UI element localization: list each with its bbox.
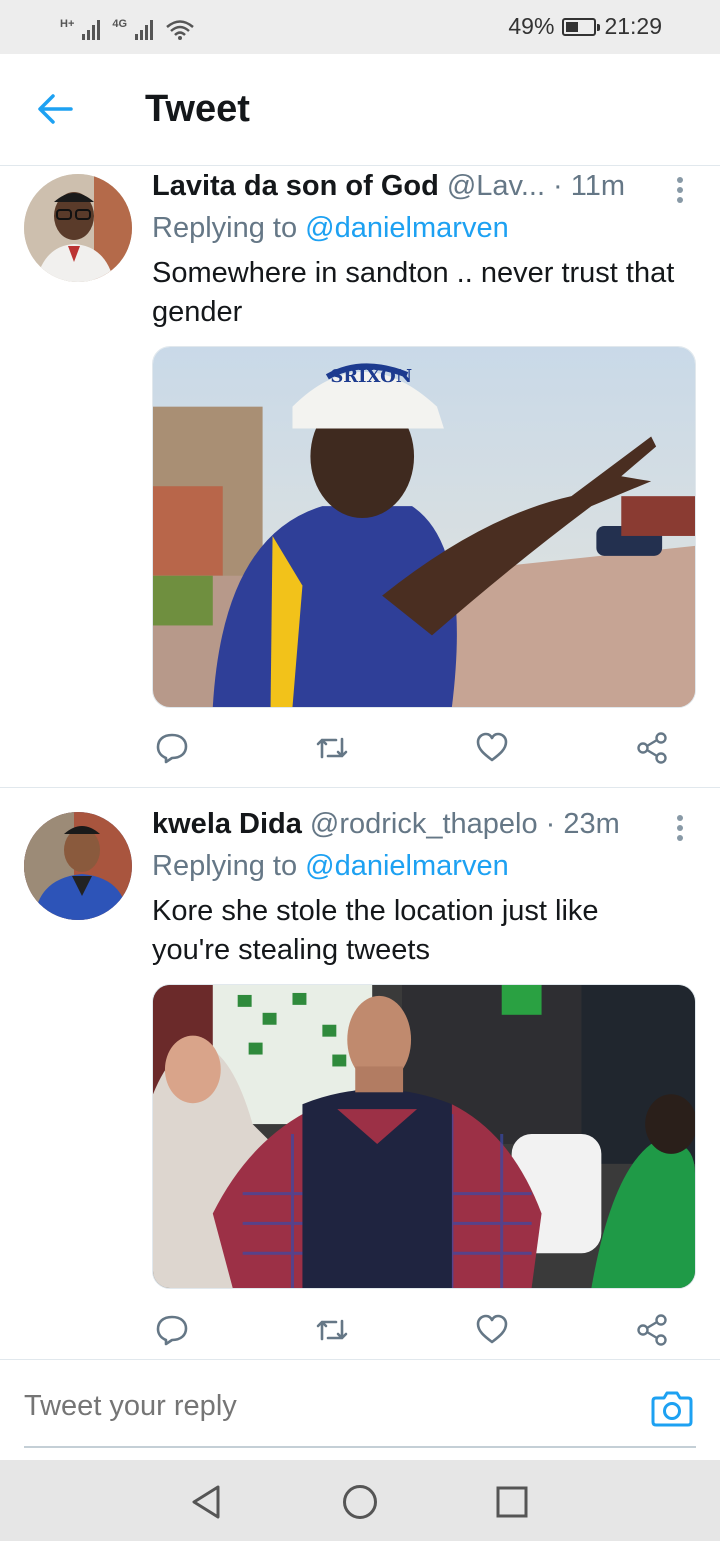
back-triangle-icon <box>192 1485 220 1519</box>
avatar[interactable] <box>24 174 132 282</box>
avatar[interactable] <box>24 812 132 920</box>
composer-underline <box>24 1446 696 1448</box>
author-name[interactable]: Lavita da son of God <box>152 170 439 203</box>
retweet-icon <box>316 737 348 759</box>
like-button[interactable] <box>472 728 512 768</box>
reply-composer <box>0 1360 720 1458</box>
tweet-actions <box>152 1310 672 1350</box>
battery-icon <box>562 17 601 36</box>
reply-input[interactable] <box>24 1390 604 1423</box>
tweet-actions <box>152 728 672 768</box>
tweet-text: Somewhere in sandton .. never trust that… <box>152 257 675 328</box>
mention-link[interactable]: @danielmarven <box>305 850 509 882</box>
camera-button[interactable] <box>650 1386 694 1430</box>
more-options-icon[interactable] <box>670 812 690 844</box>
replying-to: Replying to @danielmarven <box>152 850 509 883</box>
like-icon <box>476 1314 508 1344</box>
tweet-photo-2 <box>153 985 695 1288</box>
author-handle[interactable]: @rodrick_thapelo <box>310 808 538 841</box>
more-options-icon[interactable] <box>670 174 690 206</box>
replying-prefix: Replying to <box>152 850 298 882</box>
replying-prefix: Replying to <box>152 212 298 244</box>
reply-button[interactable] <box>152 1310 192 1350</box>
battery-percent: 49% <box>508 13 555 39</box>
share-icon <box>637 1314 667 1346</box>
author-handle[interactable]: @Lav... <box>447 170 545 203</box>
tweet-image[interactable]: SRIXON <box>152 346 696 708</box>
status-signal-group: H+ 4G <box>60 14 195 40</box>
retweet-button[interactable] <box>312 1310 352 1350</box>
tweet-text: Kore she stole the location just like yo… <box>152 895 599 966</box>
tweet-header: kwela Dida @rodrick_thapelo · 23m <box>152 808 650 848</box>
nav-recents-button[interactable] <box>490 1480 534 1524</box>
tweet-image[interactable] <box>152 984 696 1289</box>
tweet-time: · 11m <box>553 170 626 202</box>
like-icon <box>476 732 508 762</box>
network-type-1: H+ <box>60 18 75 30</box>
arrow-left-icon <box>38 94 73 124</box>
status-bar: H+ 4G 49% 21:29 <box>0 0 720 54</box>
reply-icon <box>156 1315 188 1346</box>
share-button[interactable] <box>632 1310 672 1350</box>
app-header: Tweet <box>0 54 720 166</box>
network-type-2: 4G <box>112 18 128 30</box>
signal-bars-icon-2 <box>135 18 154 40</box>
system-nav-bar <box>0 1460 720 1541</box>
share-icon <box>637 732 667 764</box>
avatar-image <box>24 812 132 920</box>
recents-square-icon <box>496 1486 528 1518</box>
avatar-image <box>24 174 132 282</box>
tweet-header: Lavita da son of God @Lav... · 11m <box>152 170 650 210</box>
signal-bars-icon <box>82 18 101 40</box>
like-button[interactable] <box>472 1310 512 1350</box>
tweet-card[interactable]: Lavita da son of God @Lav... · 11m Reply… <box>0 166 720 788</box>
share-button[interactable] <box>632 728 672 768</box>
retweet-icon <box>316 1319 348 1341</box>
nav-back-button[interactable] <box>184 1480 228 1524</box>
wifi-icon <box>166 20 194 40</box>
reply-icon <box>156 733 188 764</box>
tweet-photo-1: SRIXON <box>153 347 695 707</box>
page-title: Tweet <box>145 88 250 130</box>
tweet-time: · 23m <box>545 808 620 840</box>
reply-button[interactable] <box>152 728 192 768</box>
mention-link[interactable]: @danielmarven <box>305 212 509 244</box>
camera-icon <box>651 1391 693 1427</box>
status-right-group: 49% 21:29 <box>508 13 662 40</box>
replying-to: Replying to @danielmarven <box>152 212 509 245</box>
author-name[interactable]: kwela Dida <box>152 808 302 841</box>
home-circle-icon <box>343 1485 377 1519</box>
tweet-card[interactable]: kwela Dida @rodrick_thapelo · 23m Replyi… <box>0 790 720 1360</box>
clock: 21:29 <box>604 13 662 39</box>
back-button[interactable] <box>30 84 80 134</box>
retweet-button[interactable] <box>312 728 352 768</box>
nav-home-button[interactable] <box>338 1480 382 1524</box>
cap-logo-text: SRIXON <box>330 366 412 387</box>
